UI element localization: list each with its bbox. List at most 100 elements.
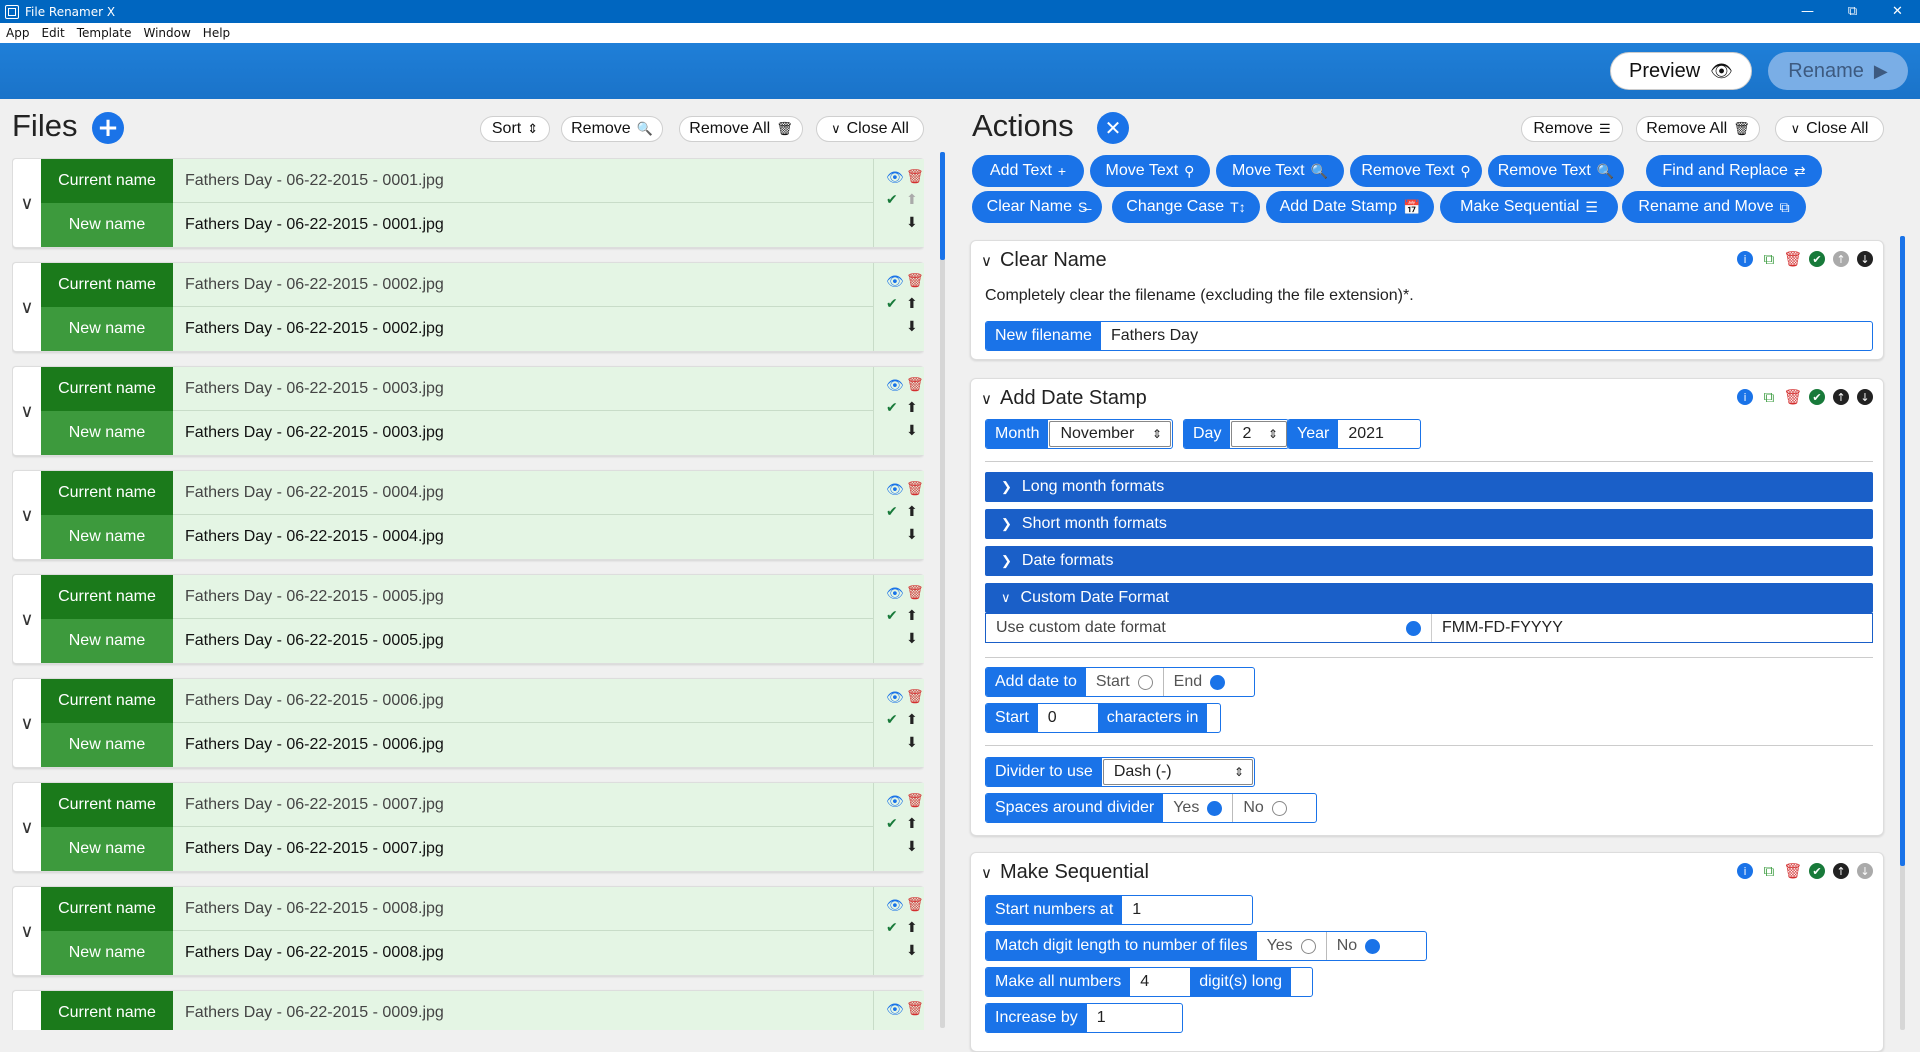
- start-radio[interactable]: Start: [1086, 668, 1163, 696]
- rename-and-move-button[interactable]: Rename and Move ⧉: [1622, 191, 1806, 223]
- check-icon[interactable]: ✔: [886, 401, 898, 415]
- minimize-icon[interactable]: —: [1785, 0, 1830, 23]
- trash-icon[interactable]: 🗑: [1783, 250, 1802, 268]
- arrow-down-icon[interactable]: ⬇: [906, 216, 918, 230]
- files-close-all-button[interactable]: ∨ Close All: [816, 116, 924, 142]
- make-sequential-button[interactable]: Make Sequential ☰: [1440, 191, 1618, 223]
- add-files-button[interactable]: +: [92, 112, 124, 144]
- rename-button[interactable]: Rename ▶: [1768, 52, 1908, 90]
- arrow-down-icon[interactable]: ↓: [1857, 389, 1873, 405]
- info-icon[interactable]: i: [1737, 863, 1753, 879]
- close-icon[interactable]: ✕: [1875, 0, 1920, 23]
- move-text-pin-button[interactable]: Move Text ⚲: [1090, 155, 1210, 187]
- copy-icon[interactable]: ⧉: [1761, 250, 1777, 268]
- arrow-up-icon[interactable]: ↑: [1833, 863, 1849, 879]
- trash-icon[interactable]: 🗑: [906, 170, 924, 184]
- arrow-up-icon[interactable]: ⬆: [906, 193, 918, 207]
- arrow-up-icon[interactable]: ↑: [1833, 389, 1849, 405]
- trash-icon[interactable]: 🗑: [906, 794, 924, 808]
- menu-help[interactable]: Help: [197, 26, 236, 40]
- info-icon[interactable]: i: [1737, 389, 1753, 405]
- day-select[interactable]: 2 ⇕: [1231, 421, 1287, 447]
- add-text-button[interactable]: Add Text +: [972, 155, 1084, 187]
- check-icon[interactable]: ✔: [886, 817, 898, 831]
- arrow-down-icon[interactable]: ⬇: [906, 840, 918, 854]
- long-month-formats-accordion[interactable]: ❯ Long month formats: [985, 472, 1873, 502]
- arrow-down-icon[interactable]: ⬇: [906, 528, 918, 542]
- clear-name-button[interactable]: Clear Name S̶: [972, 191, 1102, 223]
- eye-icon[interactable]: 👁: [886, 899, 904, 913]
- trash-icon[interactable]: 🗑: [906, 274, 924, 288]
- move-text-search-button[interactable]: Move Text 🔍: [1216, 155, 1344, 187]
- arrow-down-icon[interactable]: ⬇: [906, 944, 918, 958]
- eye-icon[interactable]: 👁: [886, 379, 904, 393]
- chevron-down-icon[interactable]: ∨: [13, 471, 41, 559]
- year-input[interactable]: 2021: [1338, 420, 1394, 448]
- use-custom-toggle[interactable]: Use custom date format: [986, 614, 1432, 642]
- trash-icon[interactable]: 🗑: [906, 1002, 924, 1016]
- start-chars-input[interactable]: 0: [1038, 704, 1098, 732]
- sort-button[interactable]: Sort ⇕: [480, 116, 550, 142]
- arrow-up-icon[interactable]: ⬆: [906, 297, 918, 311]
- trash-icon[interactable]: 🗑: [906, 690, 924, 704]
- divider-select[interactable]: Dash (-) ⇕: [1102, 759, 1253, 785]
- info-icon[interactable]: i: [1737, 251, 1753, 267]
- trash-icon[interactable]: 🗑: [906, 482, 924, 496]
- remove-text-search-button[interactable]: Remove Text 🔍: [1488, 155, 1624, 187]
- yes-radio[interactable]: Yes: [1163, 794, 1232, 822]
- arrow-down-icon[interactable]: ⬇: [906, 632, 918, 646]
- chevron-down-icon[interactable]: ∨: [13, 783, 41, 871]
- trash-icon[interactable]: 🗑: [906, 586, 924, 600]
- yes-radio[interactable]: Yes: [1257, 932, 1326, 960]
- arrow-up-icon[interactable]: ⬆: [906, 921, 918, 935]
- menu-edit[interactable]: Edit: [35, 26, 70, 40]
- copy-icon[interactable]: ⧉: [1761, 388, 1777, 406]
- check-icon[interactable]: ✔: [886, 505, 898, 519]
- clear-actions-button[interactable]: ✕: [1097, 112, 1129, 144]
- actions-remove-button[interactable]: Remove ☰: [1521, 116, 1623, 142]
- check-icon[interactable]: ✔: [886, 713, 898, 727]
- actions-close-all-button[interactable]: ∨ Close All: [1775, 116, 1884, 142]
- arrow-down-icon[interactable]: ⬇: [906, 320, 918, 334]
- trash-icon[interactable]: 🗑: [906, 378, 924, 392]
- restore-icon[interactable]: ⧉: [1830, 0, 1875, 23]
- copy-icon[interactable]: ⧉: [1761, 862, 1777, 880]
- card-header[interactable]: ∨ Add Date Stamp: [981, 387, 1147, 410]
- no-radio[interactable]: No: [1232, 794, 1296, 822]
- short-month-formats-accordion[interactable]: ❯ Short month formats: [985, 509, 1873, 539]
- month-select[interactable]: November ⇕: [1049, 421, 1171, 447]
- eye-icon[interactable]: 👁: [886, 587, 904, 601]
- custom-format-input[interactable]: FMM-FD-FYYYY: [1432, 614, 1872, 642]
- eye-icon[interactable]: 👁: [886, 795, 904, 809]
- trash-icon[interactable]: 🗑: [1783, 862, 1802, 880]
- date-formats-accordion[interactable]: ❯ Date formats: [985, 546, 1873, 576]
- change-case-button[interactable]: Change Case T↕: [1112, 191, 1260, 223]
- arrow-down-icon[interactable]: ⬇: [906, 424, 918, 438]
- chevron-down-icon[interactable]: ∨: [13, 263, 41, 351]
- menu-app[interactable]: App: [0, 26, 35, 40]
- arrow-up-icon[interactable]: ⬆: [906, 817, 918, 831]
- card-header[interactable]: ∨ Clear Name: [981, 249, 1107, 272]
- eye-icon[interactable]: 👁: [886, 1003, 904, 1017]
- arrow-up-icon[interactable]: ↑: [1833, 251, 1849, 267]
- check-icon[interactable]: ✔: [886, 297, 898, 311]
- arrow-up-icon[interactable]: ⬆: [906, 713, 918, 727]
- check-icon[interactable]: ✔: [1809, 863, 1825, 879]
- arrow-up-icon[interactable]: ⬆: [906, 401, 918, 415]
- files-remove-button[interactable]: Remove 🔍: [561, 116, 663, 142]
- trash-icon[interactable]: 🗑: [1783, 388, 1802, 406]
- no-radio[interactable]: No: [1325, 932, 1390, 960]
- check-icon[interactable]: ✔: [1809, 389, 1825, 405]
- chevron-down-icon[interactable]: ∨: [13, 887, 41, 975]
- new-filename-input[interactable]: Fathers Day: [1101, 322, 1208, 350]
- find-and-replace-button[interactable]: Find and Replace ⇄: [1646, 155, 1822, 187]
- files-remove-all-button[interactable]: Remove All 🗑: [679, 116, 803, 142]
- actions-scrollbar-thumb[interactable]: [1900, 236, 1905, 866]
- eye-icon[interactable]: 👁: [886, 275, 904, 289]
- chevron-down-icon[interactable]: ∨: [13, 159, 41, 247]
- chevron-down-icon[interactable]: ∨: [13, 367, 41, 455]
- files-scrollbar-thumb[interactable]: [940, 152, 945, 260]
- files-scrollbar-track[interactable]: [940, 152, 945, 1028]
- arrow-down-icon[interactable]: ↓: [1857, 863, 1873, 879]
- arrow-up-icon[interactable]: ⬆: [906, 505, 918, 519]
